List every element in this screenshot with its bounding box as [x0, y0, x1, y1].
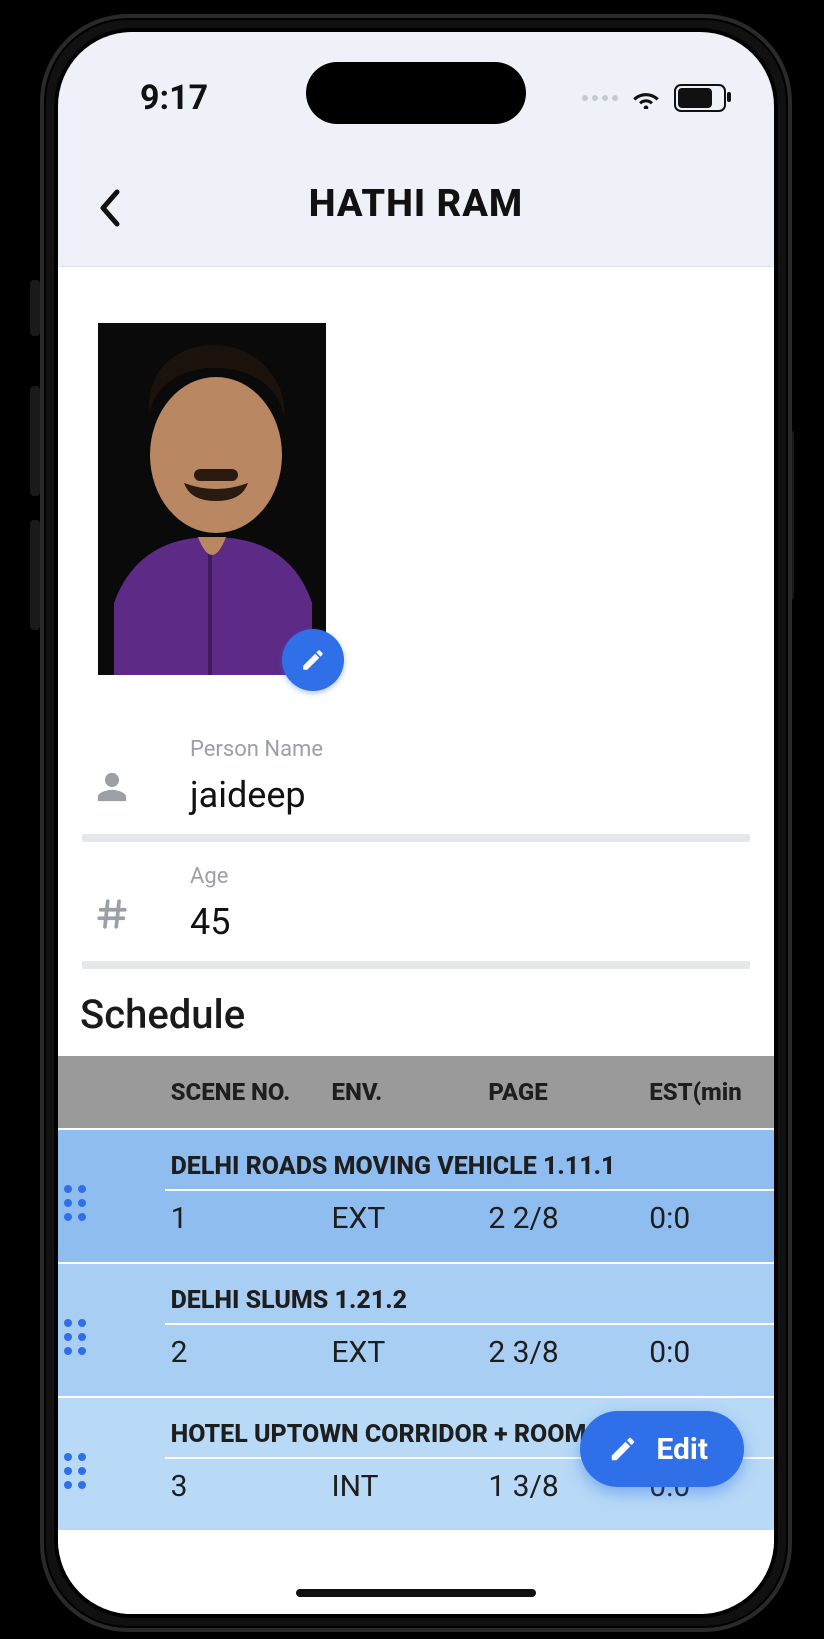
cell-env: INT	[325, 1458, 482, 1530]
col-env[interactable]: ENV.	[325, 1056, 482, 1129]
table-header-row: SCENE NO. ENV. PAGE EST(min	[58, 1056, 774, 1129]
cell-est: 0:0	[643, 1190, 774, 1263]
home-indicator[interactable]	[296, 1589, 536, 1597]
row-title: DELHI ROADS MOVING VEHICLE 1.11.1	[165, 1129, 774, 1190]
schedule-heading: Schedule	[80, 991, 774, 1038]
content-area: Person Name jaideep Age 45	[58, 267, 774, 1614]
field-underline	[82, 834, 750, 842]
row-title: DELHI SLUMS 1.21.2	[165, 1263, 774, 1324]
drag-handle[interactable]	[58, 1129, 165, 1263]
side-button	[30, 520, 40, 630]
app-header: HATHI RAM	[58, 154, 774, 267]
field-underline	[82, 961, 750, 969]
grip-icon	[64, 1319, 159, 1355]
col-scene[interactable]: SCENE NO.	[165, 1056, 326, 1129]
device-frame: 9:17 HATHI RAM	[40, 14, 792, 1632]
cell-scene: 3	[165, 1458, 326, 1530]
age-value: 45	[190, 901, 750, 943]
page-title: HATHI RAM	[58, 182, 774, 226]
col-page[interactable]: PAGE	[482, 1056, 643, 1129]
side-button	[30, 280, 40, 336]
person-name-field[interactable]: Person Name jaideep	[82, 737, 750, 842]
person-icon	[92, 767, 132, 807]
drag-handle[interactable]	[58, 1263, 165, 1397]
cellular-dots-icon	[582, 95, 618, 101]
edit-photo-button[interactable]	[282, 629, 344, 691]
age-field[interactable]: Age 45	[82, 864, 750, 969]
age-label: Age	[190, 864, 750, 889]
cell-page: 2 3/8	[482, 1324, 643, 1397]
status-time: 9:17	[140, 78, 208, 118]
hash-icon	[92, 894, 132, 934]
drag-handle[interactable]	[58, 1397, 165, 1530]
edit-button-label: Edit	[656, 1432, 708, 1467]
side-button	[30, 386, 40, 496]
cell-env: EXT	[325, 1190, 482, 1263]
battery-icon	[674, 84, 726, 112]
table-row[interactable]: DELHI SLUMS 1.21.2	[58, 1263, 774, 1324]
cell-scene: 2	[165, 1324, 326, 1397]
status-bar: 9:17	[58, 32, 774, 154]
cell-scene: 1	[165, 1190, 326, 1263]
cell-est: 0:0	[643, 1324, 774, 1397]
table-row-values[interactable]: 2 EXT 2 3/8 0:0	[58, 1324, 774, 1397]
person-photo[interactable]	[98, 323, 326, 675]
cell-env: EXT	[325, 1324, 482, 1397]
grip-icon	[64, 1453, 159, 1489]
pencil-icon	[608, 1434, 638, 1464]
person-name-label: Person Name	[190, 737, 750, 762]
person-name-value: jaideep	[190, 774, 750, 816]
wifi-icon	[632, 87, 660, 109]
pencil-icon	[300, 647, 326, 673]
col-est[interactable]: EST(min	[643, 1056, 774, 1129]
edit-button[interactable]: Edit	[580, 1411, 744, 1487]
cell-page: 2 2/8	[482, 1190, 643, 1263]
table-row[interactable]: DELHI ROADS MOVING VEHICLE 1.11.1	[58, 1129, 774, 1190]
table-row-values[interactable]: 1 EXT 2 2/8 0:0	[58, 1190, 774, 1263]
grip-icon	[64, 1185, 159, 1221]
